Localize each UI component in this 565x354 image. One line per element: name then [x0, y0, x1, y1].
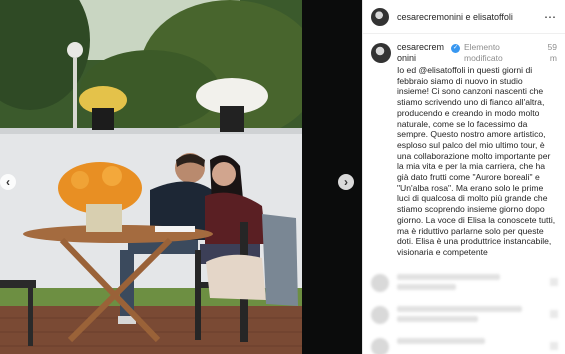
list-item	[363, 332, 565, 354]
caption-body: cesarecremonini ✓ Elemento modificato 59…	[397, 42, 557, 258]
edited-label: Elemento modificato	[464, 42, 503, 63]
comment-placeholder	[397, 306, 544, 326]
caption-avatar[interactable]	[371, 43, 391, 63]
post-authors[interactable]: cesarecremonini e elisatoffoli	[397, 12, 544, 22]
more-options-icon[interactable]: ⋯	[544, 10, 557, 24]
post-header: cesarecremonini e elisatoffoli ⋯	[363, 0, 565, 34]
like-icon	[550, 342, 558, 350]
like-icon	[550, 310, 558, 318]
previous-slide-button[interactable]: ‹	[0, 174, 16, 190]
list-item	[363, 300, 565, 332]
next-slide-button[interactable]: ›	[338, 174, 354, 190]
caption: cesarecremonini ✓ Elemento modificato 59…	[363, 34, 565, 258]
verified-badge-icon: ✓	[451, 44, 460, 53]
comment-placeholder	[397, 274, 544, 294]
media-letterbox	[302, 0, 362, 354]
comment-avatar	[371, 338, 389, 354]
caption-username[interactable]: cesarecremonini	[397, 42, 449, 64]
post-side-panel: cesarecremonini e elisatoffoli ⋯ cesarec…	[362, 0, 565, 354]
caption-text: Io ed @elisatoffoli in questi giorni di …	[397, 65, 556, 257]
like-icon	[550, 278, 558, 286]
comment-avatar	[371, 274, 389, 292]
comment-avatar	[371, 306, 389, 324]
comment-placeholder	[397, 338, 544, 348]
caption-meta: cesarecremonini ✓ Elemento modificato 59…	[397, 42, 557, 64]
post-media: ‹ ›	[0, 0, 362, 354]
comments-list	[363, 268, 565, 354]
avatar[interactable]	[371, 7, 389, 26]
list-item	[363, 268, 565, 300]
photo-illustration	[0, 0, 302, 354]
post-photo	[0, 0, 302, 354]
post-time[interactable]: 59 m	[539, 42, 557, 64]
